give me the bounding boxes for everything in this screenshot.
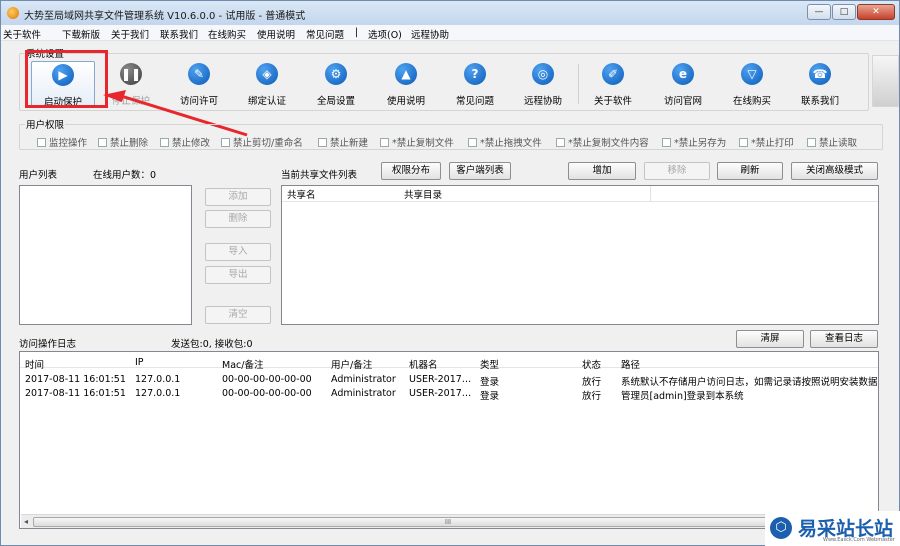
clear-users-button[interactable]: 清空 <box>205 306 271 324</box>
column-divider <box>650 186 651 202</box>
menu-about-software[interactable]: 关于软件 <box>3 27 41 41</box>
cart-icon: ▽ <box>741 63 763 85</box>
perm-no-modify-checkbox[interactable]: 禁止修改 <box>160 135 210 149</box>
user-list-box[interactable] <box>19 185 192 325</box>
manual-button[interactable]: ▲ 使用说明 <box>374 61 438 107</box>
global-settings-button[interactable]: ⚙ 全局设置 <box>304 61 368 107</box>
toolbar-divider <box>578 64 579 104</box>
column-machine[interactable]: 机器名 <box>409 357 438 371</box>
graduation-cap-icon: ▲ <box>395 63 417 85</box>
remove-share-button[interactable]: 移除 <box>644 162 710 180</box>
log-title: 访问操作日志 <box>19 339 77 350</box>
watermark-logo-icon: ⬡ <box>770 517 792 539</box>
column-mac[interactable]: Mac/备注 <box>222 357 263 371</box>
menu-remote[interactable]: 远程协助 <box>411 27 449 41</box>
bind-auth-button[interactable]: ◈ 绑定认证 <box>235 61 299 107</box>
highlight-box <box>25 50 108 108</box>
close-button[interactable]: ✕ <box>857 4 895 20</box>
window-title: 大势至局域网共享文件管理系统 V10.6.0.0 - 试用版 - 普通模式 <box>24 11 306 22</box>
user-list-title: 用户列表 <box>19 170 58 181</box>
buy-online-button[interactable]: ▽ 在线购买 <box>720 61 784 107</box>
menu-download[interactable]: 下载新版 <box>62 27 100 41</box>
menu-options[interactable]: 选项(O) <box>368 27 402 41</box>
export-button[interactable]: 导出 <box>205 266 271 284</box>
app-logo-icon <box>7 7 19 19</box>
view-log-button[interactable]: 查看日志 <box>810 330 878 348</box>
perm-no-print-checkbox[interactable]: *禁止打印 <box>739 135 794 149</box>
browser-icon: e <box>672 63 694 85</box>
scroll-thumb[interactable]: III <box>33 517 863 527</box>
access-log-table[interactable]: 时间 IP Mac/备注 用户/备注 机器名 类型 状态 路径 2017-08-… <box>19 351 879 529</box>
add-share-button[interactable]: 增加 <box>568 162 636 180</box>
column-share-dir[interactable]: 共享目录 <box>404 187 442 201</box>
column-path[interactable]: 路径 <box>621 357 640 371</box>
column-type[interactable]: 类型 <box>480 357 499 371</box>
perm-no-read-checkbox[interactable]: 禁止读取 <box>807 135 857 149</box>
import-button[interactable]: 导入 <box>205 243 271 261</box>
menu-contact[interactable]: 联系我们 <box>160 27 198 41</box>
about-software-button[interactable]: ✐ 关于软件 <box>581 61 645 107</box>
question-icon: ? <box>464 63 486 85</box>
horizontal-scrollbar[interactable]: ◂ III ▸ <box>21 514 879 528</box>
menu-buy-online[interactable]: 在线购买 <box>208 27 246 41</box>
perm-no-save-as-checkbox[interactable]: *禁止另存为 <box>662 135 726 149</box>
column-share-name[interactable]: 共享名 <box>287 187 316 201</box>
menu-bar: 关于软件 下载新版 关于我们 联系我们 在线购买 使用说明 常见问题 | 选项(… <box>1 25 899 41</box>
client-list-button[interactable]: 客户端列表 <box>449 162 511 180</box>
perm-no-copy-file-checkbox[interactable]: *禁止复制文件 <box>380 135 454 149</box>
gear-icon: ⚙ <box>325 63 347 85</box>
watermark: ⬡ 易采站长站 Www.Easck.Com Webmaster <box>765 511 900 546</box>
column-status[interactable]: 状态 <box>582 357 601 371</box>
close-advanced-mode-button[interactable]: 关闭高级模式 <box>791 162 878 180</box>
packet-counter: 发送包:0, 接收包:0 <box>171 339 253 350</box>
pause-icon: ❚❚ <box>120 63 142 85</box>
contact-us-button[interactable]: ☎ 联系我们 <box>788 61 852 107</box>
remote-assist-button[interactable]: ◎ 远程协助 <box>511 61 575 107</box>
user-permissions-label: 用户权限 <box>25 117 66 131</box>
maximize-button[interactable]: □ <box>832 4 856 20</box>
menu-faq[interactable]: 常见问题 <box>306 27 344 41</box>
menu-manual[interactable]: 使用说明 <box>257 27 295 41</box>
menu-separator: | <box>355 27 359 38</box>
log-table-header <box>20 352 878 368</box>
mountain-image <box>872 55 899 107</box>
clear-screen-button[interactable]: 清屏 <box>736 330 804 348</box>
share-list-title: 当前共享文件列表 <box>281 170 358 181</box>
shield-icon: ◈ <box>256 63 278 85</box>
scroll-left-icon[interactable]: ◂ <box>24 517 28 526</box>
online-user-count: 在线用户数：0 <box>93 170 157 181</box>
perm-no-cut-rename-checkbox[interactable]: 禁止剪切/重命名 <box>221 135 303 149</box>
refresh-button[interactable]: 刷新 <box>717 162 783 180</box>
perm-no-copy-content-checkbox[interactable]: *禁止复制文件内容 <box>556 135 649 149</box>
minimize-button[interactable]: — <box>807 4 831 20</box>
perm-no-delete-checkbox[interactable]: 禁止删除 <box>98 135 148 149</box>
key-icon: ✎ <box>188 63 210 85</box>
delete-user-button[interactable]: 删除 <box>205 210 271 228</box>
column-time[interactable]: 时间 <box>25 357 44 371</box>
add-user-button[interactable]: 添加 <box>205 188 271 206</box>
share-list-table[interactable]: 共享名 共享目录 <box>281 185 879 325</box>
faq-button[interactable]: ? 常见问题 <box>443 61 507 107</box>
globe-icon: ◎ <box>532 63 554 85</box>
column-ip[interactable]: IP <box>135 357 144 368</box>
perm-monitor-checkbox[interactable]: 监控操作 <box>37 135 87 149</box>
menu-about-us[interactable]: 关于我们 <box>111 27 149 41</box>
visit-website-button[interactable]: e 访问官网 <box>651 61 715 107</box>
perm-no-create-checkbox[interactable]: 禁止新建 <box>318 135 368 149</box>
app-window: 大势至局域网共享文件管理系统 V10.6.0.0 - 试用版 - 普通模式 — … <box>0 0 900 546</box>
share-table-header <box>282 186 878 202</box>
edit-icon: ✐ <box>602 63 624 85</box>
watermark-subtext: Www.Easck.Com Webmaster <box>823 537 895 543</box>
column-user[interactable]: 用户/备注 <box>331 357 372 371</box>
perm-no-drag-file-checkbox[interactable]: *禁止拖拽文件 <box>468 135 542 149</box>
title-bar: 大势至局域网共享文件管理系统 V10.6.0.0 - 试用版 - 普通模式 — … <box>1 1 899 25</box>
access-permission-button[interactable]: ✎ 访问许可 <box>167 61 231 107</box>
phone-icon: ☎ <box>809 63 831 85</box>
stop-protection-button[interactable]: ❚❚ 停止保护 <box>99 61 163 107</box>
permission-distribution-button[interactable]: 权限分布 <box>381 162 441 180</box>
